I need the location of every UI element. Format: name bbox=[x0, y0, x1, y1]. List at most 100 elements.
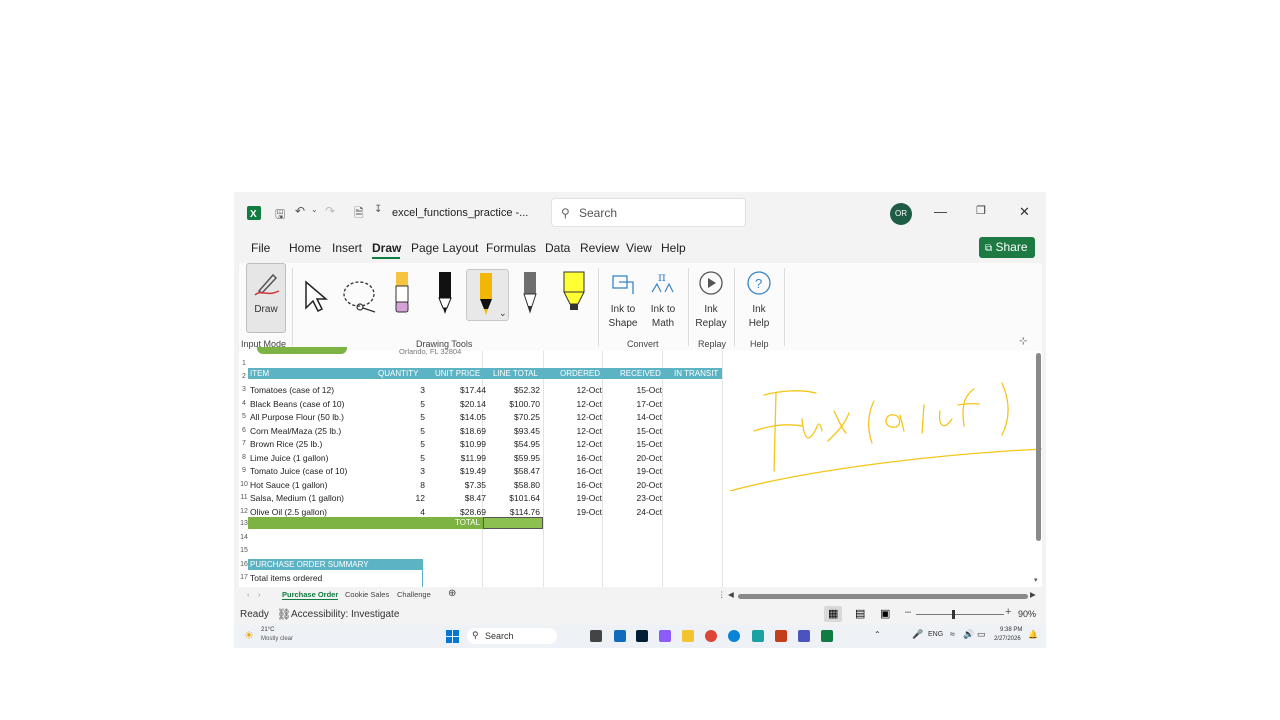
edge-icon[interactable] bbox=[728, 630, 740, 642]
table-cell-item[interactable]: Hot Sauce (1 gallon) bbox=[250, 480, 328, 490]
horizontal-scrollbar[interactable] bbox=[738, 594, 1028, 599]
highlighter-icon[interactable] bbox=[560, 270, 588, 316]
show-hidden-icons[interactable]: ⌃ bbox=[874, 630, 881, 639]
table-cell-received[interactable]: 15-Oct bbox=[604, 426, 662, 436]
table-cell-received[interactable]: 19-Oct bbox=[604, 466, 662, 476]
table-cell-price[interactable]: $18.69 bbox=[432, 426, 486, 436]
table-cell-price[interactable]: $7.35 bbox=[432, 480, 486, 490]
table-cell-total[interactable]: $93.45 bbox=[484, 426, 540, 436]
language-indicator[interactable]: ENG bbox=[928, 631, 943, 638]
tab-review[interactable]: Review bbox=[580, 241, 619, 255]
avatar[interactable]: OR bbox=[890, 203, 912, 225]
new-file-icon[interactable]: 🗎 bbox=[354, 204, 364, 225]
pin-ribbon-icon[interactable]: ⊹ bbox=[1019, 336, 1027, 347]
table-cell-item[interactable]: Brown Rice (25 lb.) bbox=[250, 439, 322, 449]
teams-icon[interactable] bbox=[798, 630, 810, 642]
table-cell-qty[interactable]: 3 bbox=[375, 466, 425, 476]
table-cell-qty[interactable]: 3 bbox=[375, 385, 425, 395]
table-cell-ordered[interactable]: 12-Oct bbox=[544, 385, 602, 395]
restore-icon[interactable]: ❐ bbox=[976, 204, 986, 217]
lasso-select-icon[interactable] bbox=[342, 278, 382, 314]
close-icon[interactable]: ✕ bbox=[1019, 204, 1030, 220]
windows-start-icon[interactable] bbox=[446, 630, 459, 643]
hscroll-right-icon[interactable]: ▶ bbox=[1030, 590, 1036, 599]
worksheet-grid[interactable]: Orlando, FL 32804 1 2 ITEM QUANTITY UNIT… bbox=[239, 347, 1042, 587]
table-cell-ordered[interactable]: 12-Oct bbox=[544, 439, 602, 449]
table-cell-total[interactable]: $100.70 bbox=[484, 399, 540, 409]
table-cell-total[interactable]: $52.32 bbox=[484, 385, 540, 395]
normal-view-button[interactable]: ▦ bbox=[824, 606, 842, 622]
table-cell-received[interactable]: 15-Oct bbox=[604, 439, 662, 449]
vertical-scrollbar[interactable] bbox=[1036, 353, 1041, 541]
wifi-icon[interactable]: ≈ bbox=[950, 629, 955, 639]
tab-purchase-order[interactable]: Purchase Order bbox=[282, 590, 339, 600]
table-cell-ordered[interactable]: 12-Oct bbox=[544, 426, 602, 436]
table-cell-total[interactable]: $70.25 bbox=[484, 412, 540, 422]
taskbar-app-icon[interactable] bbox=[752, 630, 764, 642]
add-sheet-icon[interactable]: ⊕ bbox=[448, 588, 456, 599]
page-layout-view-icon[interactable]: ▤ bbox=[855, 607, 865, 620]
scroll-down-icon[interactable]: ▾ bbox=[1034, 576, 1038, 584]
file-explorer-icon[interactable] bbox=[682, 630, 694, 642]
table-cell-item[interactable]: Tomato Juice (case of 10) bbox=[250, 466, 347, 476]
table-cell-ordered[interactable]: 12-Oct bbox=[544, 412, 602, 422]
microphone-icon[interactable]: 🎤 bbox=[912, 629, 923, 640]
clock-time[interactable]: 9:38 PM bbox=[1000, 627, 1022, 633]
ink-to-math-button[interactable]: Ink to Math bbox=[644, 303, 682, 331]
total-value-cell[interactable] bbox=[483, 517, 543, 529]
table-cell-total[interactable]: $59.95 bbox=[484, 453, 540, 463]
table-cell-qty[interactable]: 5 bbox=[375, 453, 425, 463]
table-cell-qty[interactable]: 4 bbox=[375, 507, 425, 517]
table-cell-qty[interactable]: 5 bbox=[375, 439, 425, 449]
table-cell-price[interactable]: $20.14 bbox=[432, 399, 486, 409]
table-cell-item[interactable]: All Purpose Flour (50 lb.) bbox=[250, 412, 344, 422]
hscroll-left-icon[interactable]: ◀ bbox=[728, 590, 734, 599]
taskbar-search[interactable]: ⚲ Search bbox=[467, 628, 557, 644]
tab-data[interactable]: Data bbox=[545, 241, 570, 255]
scroll-tabs-right-icon[interactable]: › bbox=[258, 590, 261, 599]
tab-challenge[interactable]: Challenge bbox=[397, 590, 431, 599]
ink-help-button[interactable]: Ink Help bbox=[740, 303, 778, 331]
table-cell-item[interactable]: Lime Juice (1 gallon) bbox=[250, 453, 328, 463]
ink-replay-button[interactable]: Ink Replay bbox=[692, 303, 730, 331]
table-cell-qty[interactable]: 5 bbox=[375, 399, 425, 409]
select-objects-icon[interactable] bbox=[302, 278, 330, 314]
tab-page-layout[interactable]: Page Layout bbox=[411, 241, 478, 255]
table-cell-item[interactable]: Black Beans (case of 10) bbox=[250, 399, 345, 409]
table-cell-price[interactable]: $19.49 bbox=[432, 466, 486, 476]
table-cell-total[interactable]: $114.76 bbox=[484, 507, 540, 517]
redo-icon[interactable]: ↷ bbox=[325, 204, 335, 218]
table-cell-price[interactable]: $28.69 bbox=[432, 507, 486, 517]
table-cell-ordered[interactable]: 19-Oct bbox=[544, 493, 602, 503]
customize-toolbar-icon[interactable]: ↧ bbox=[374, 204, 382, 215]
zoom-slider-track[interactable] bbox=[916, 614, 1004, 615]
taskbar-app-icon[interactable] bbox=[614, 630, 626, 642]
table-cell-price[interactable]: $17.44 bbox=[432, 385, 486, 395]
eraser-pen-icon[interactable] bbox=[393, 270, 411, 316]
ink-to-shape-button[interactable]: Ink to Shape bbox=[604, 303, 642, 331]
table-cell-total[interactable]: $54.95 bbox=[484, 439, 540, 449]
search-box[interactable]: ⚲ Search bbox=[551, 198, 746, 227]
tab-help[interactable]: Help bbox=[661, 241, 686, 255]
minimize-icon[interactable]: — bbox=[934, 204, 947, 219]
table-cell-qty[interactable]: 12 bbox=[375, 493, 425, 503]
excel-taskbar-icon[interactable] bbox=[821, 630, 833, 642]
table-cell-qty[interactable]: 5 bbox=[375, 412, 425, 422]
volume-icon[interactable]: 🔊 bbox=[963, 629, 974, 640]
table-cell-received[interactable]: 14-Oct bbox=[604, 412, 662, 422]
table-cell-item[interactable]: Salsa, Medium (1 gallon) bbox=[250, 493, 344, 503]
clock-date[interactable]: 2/27/2026 bbox=[994, 636, 1021, 642]
table-cell-qty[interactable]: 8 bbox=[375, 480, 425, 490]
table-cell-price[interactable]: $10.99 bbox=[432, 439, 486, 449]
zoom-in-icon[interactable]: + bbox=[1005, 606, 1011, 618]
table-cell-item[interactable]: Tomatoes (case of 12) bbox=[250, 385, 334, 395]
accessibility-status[interactable]: Accessibility: Investigate bbox=[291, 609, 399, 620]
tab-cookie-sales[interactable]: Cookie Sales bbox=[345, 590, 389, 599]
tab-draw[interactable]: Draw bbox=[372, 241, 401, 255]
table-cell-received[interactable]: 20-Oct bbox=[604, 453, 662, 463]
table-cell-ordered[interactable]: 19-Oct bbox=[544, 507, 602, 517]
photoshop-icon[interactable] bbox=[636, 630, 648, 642]
table-cell-received[interactable]: 23-Oct bbox=[604, 493, 662, 503]
zoom-slider-thumb[interactable] bbox=[952, 610, 955, 619]
table-cell-ordered[interactable]: 12-Oct bbox=[544, 399, 602, 409]
